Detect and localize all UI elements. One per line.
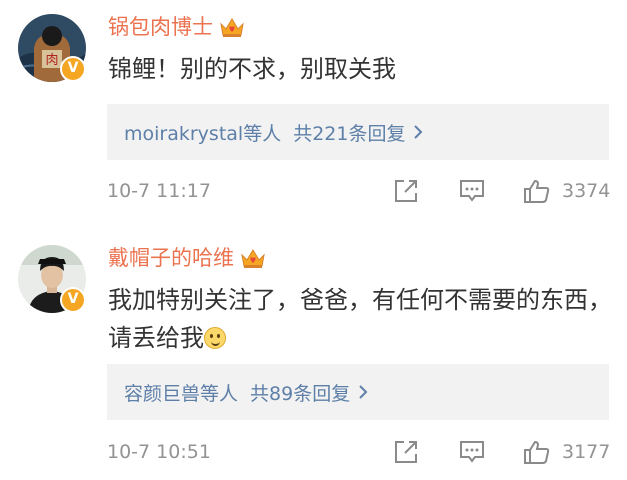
thumbs-up-icon[interactable]: [523, 178, 551, 204]
thumbs-up-icon[interactable]: [523, 439, 551, 465]
reply-count: 共89条回复: [250, 382, 351, 405]
verified-badge-icon: V: [60, 56, 86, 82]
username[interactable]: 戴帽子的哈维: [108, 243, 234, 273]
reply-users: moirakrystal等人: [124, 122, 282, 145]
comment-icon[interactable]: [458, 178, 486, 204]
reply-users: 容颜巨兽等人: [124, 382, 239, 405]
username[interactable]: 锅包肉博士: [108, 12, 213, 42]
comment-text: 我加特别关注了，爸爸，有任何不需要的东西，请丢给我: [108, 286, 612, 352]
share-icon[interactable]: [393, 439, 419, 465]
smile-emoji-icon: [204, 327, 226, 349]
timestamp: 10-7 11:17: [107, 180, 211, 202]
verified-badge-icon: V: [60, 287, 86, 313]
crown-badge-icon: [241, 249, 265, 268]
comment-icon[interactable]: [458, 439, 486, 465]
comment-text: 锦鲤！别的不求，别取关我: [108, 55, 396, 83]
reply-count: 共221条回复: [293, 122, 406, 145]
timestamp: 10-7 10:51: [107, 441, 211, 463]
replies-link[interactable]: moirakrystal等人 共221条回复: [107, 104, 609, 160]
chevron-right-icon: [359, 385, 368, 399]
share-icon[interactable]: [393, 178, 419, 204]
crown-badge-icon: [220, 18, 244, 37]
replies-link[interactable]: 容颜巨兽等人 共89条回复: [107, 364, 609, 420]
chevron-right-icon: [414, 125, 423, 139]
svg-text:肉: 肉: [45, 53, 58, 68]
like-count: 3374: [562, 180, 611, 202]
like-count: 3177: [562, 441, 611, 463]
